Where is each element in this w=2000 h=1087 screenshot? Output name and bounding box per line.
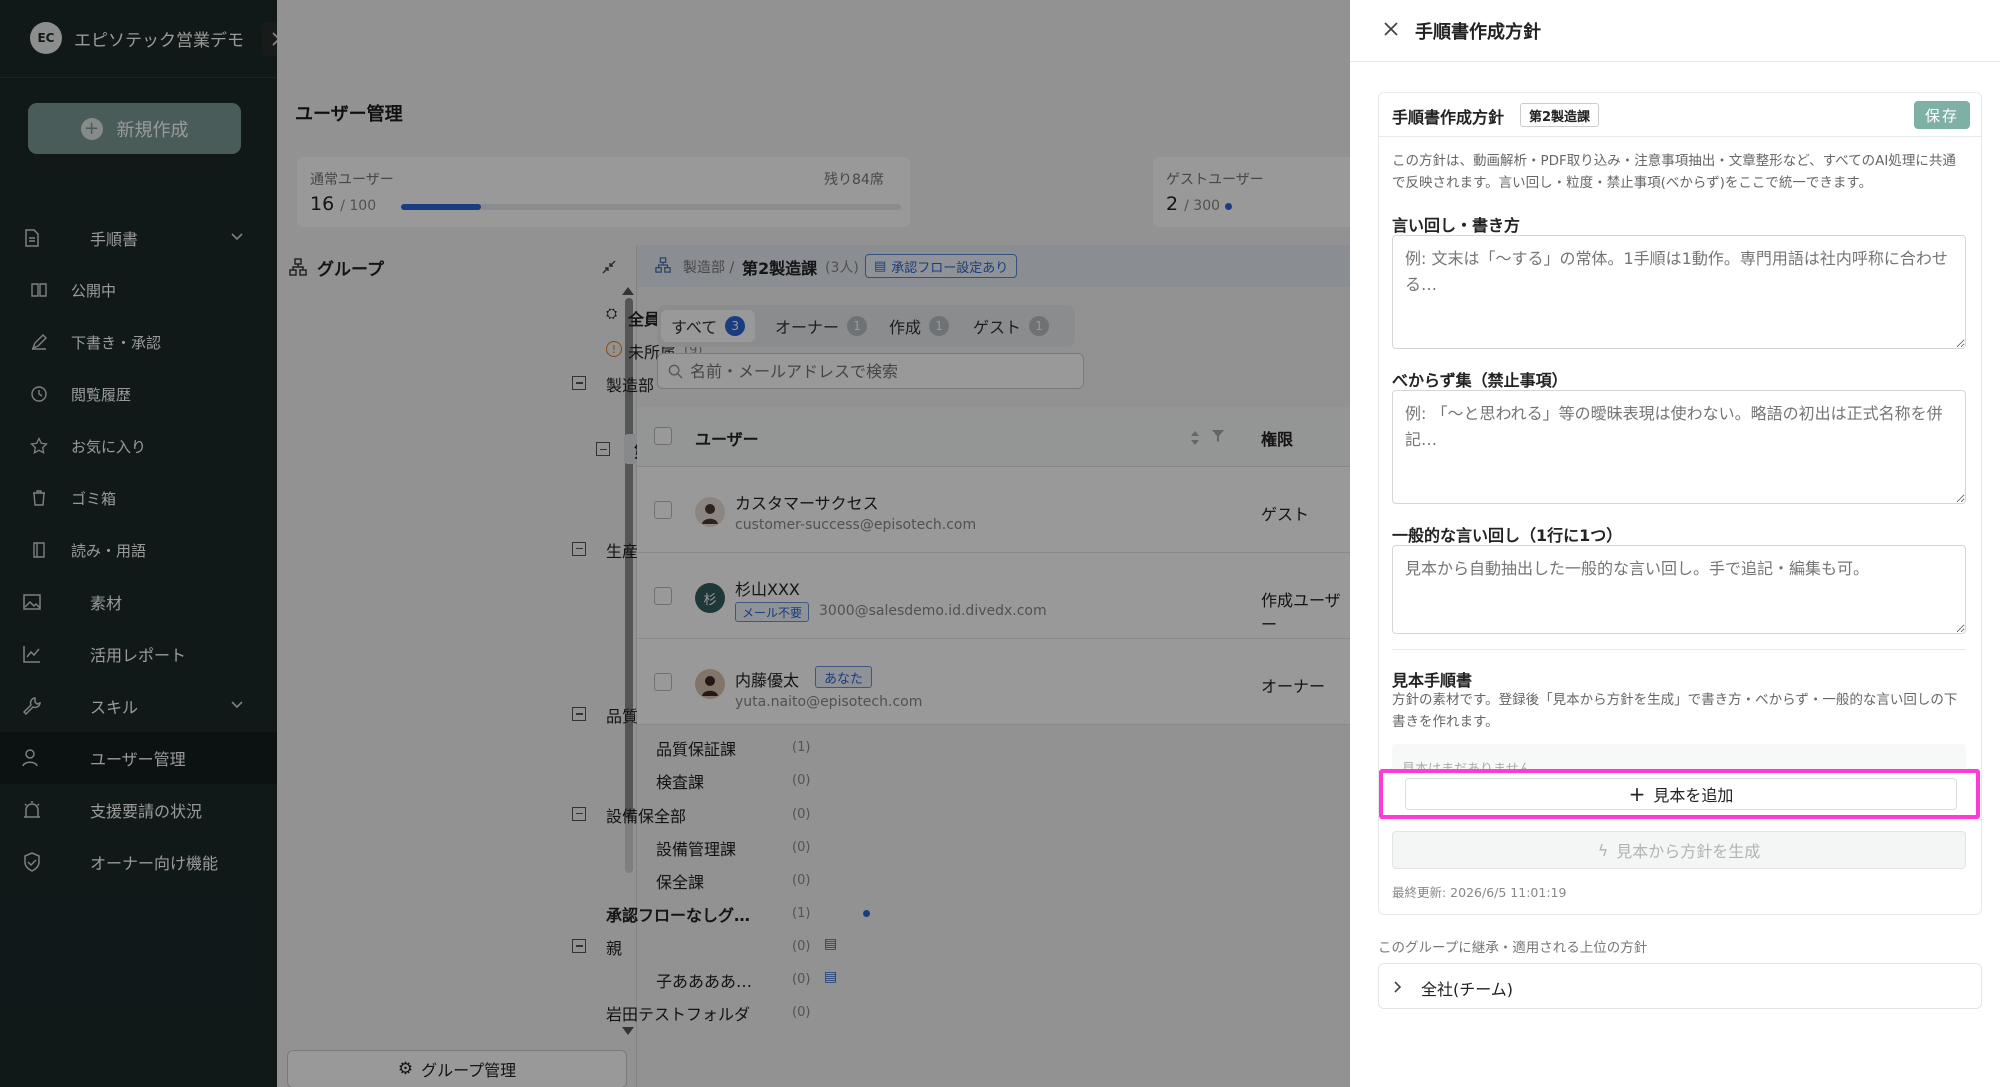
policy-description: この方針は、動画解析・PDF取り込み・注意事項抽出・文章整形など、すべてのAI処… [1392, 153, 1956, 191]
samples-label: 見本手順書 [1392, 671, 1473, 690]
last-updated: 最終更新: 2026/6/5 11:01:19 [1392, 885, 1567, 900]
samples-empty-box: 見本はまだありません [1392, 744, 1966, 770]
close-icon[interactable] [1383, 21, 1399, 37]
inherited-policy-item[interactable]: 全社(チーム) [1378, 963, 1982, 1009]
save-button[interactable]: 保存 [1914, 101, 1970, 129]
generate-from-samples-button[interactable]: ϟ 見本から方針を生成 [1392, 831, 1966, 869]
common-phrases-textarea[interactable] [1392, 545, 1966, 634]
phrasing-textarea[interactable] [1392, 235, 1966, 349]
samples-empty-text: 見本はまだありません [1402, 762, 1532, 770]
samples-description: 方針の素材です。登録後「見本から方針を生成」で書き方・べからず・一般的な言い回し… [1392, 692, 1958, 730]
panel-title: 手順書作成方針 [1415, 22, 1541, 43]
panel-divider [1350, 61, 2000, 62]
policy-panel: 手順書作成方針 手順書作成方針 第2製造課 保存 この方針は、動画解析・PDF取… [1350, 0, 2000, 1087]
common-phrases-label: 一般的な言い回し（1行に1つ） [1392, 526, 1623, 545]
generate-label: 見本から方針を生成 [1616, 842, 1761, 861]
group-badge: 第2製造課 [1520, 103, 1600, 127]
prohibitions-textarea[interactable] [1392, 390, 1966, 504]
section-title: 手順書作成方針 [1392, 108, 1505, 127]
phrasing-label: 言い回し・書き方 [1392, 216, 1521, 235]
plus-icon: + [1628, 782, 1646, 806]
section-divider [1379, 136, 1981, 137]
samples-divider [1392, 649, 1966, 650]
modal-backdrop[interactable] [0, 0, 1350, 1087]
inherited-label: このグループに継承・適用される上位の方針 [1378, 940, 1648, 956]
lightning-icon: ϟ [1597, 840, 1609, 860]
inherited-policy-name: 全社(チーム) [1421, 980, 1514, 999]
prohibitions-label: べからず集（禁止事項） [1392, 371, 1568, 390]
add-sample-label: 見本を追加 [1653, 786, 1734, 805]
add-sample-button[interactable]: + 見本を追加 [1405, 778, 1957, 810]
chevron-right-icon [1394, 981, 1402, 993]
